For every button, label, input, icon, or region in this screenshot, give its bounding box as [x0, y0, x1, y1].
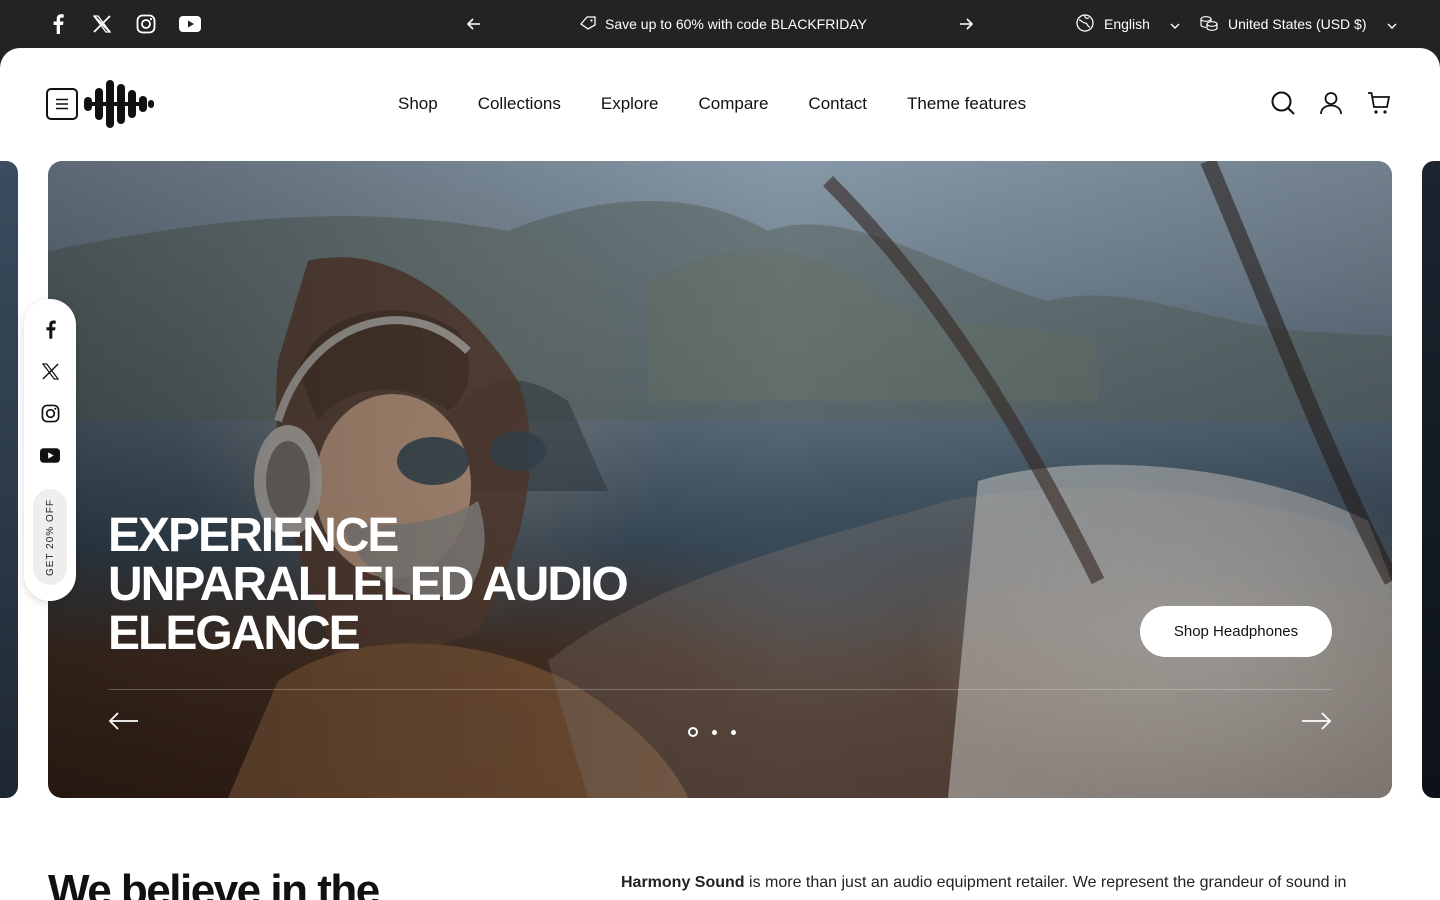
intro-paragraph: Harmony Sound is more than just an audio…	[621, 872, 1401, 894]
announcement-prev-arrow-icon[interactable]	[462, 12, 486, 36]
chevron-down-icon	[1170, 16, 1180, 32]
promo-tab[interactable]: GET 20% OFF	[33, 489, 67, 585]
main-content: Shop Collections Explore Compare Contact…	[0, 48, 1440, 900]
intro-heading: We believe in the	[48, 866, 380, 900]
globe-icon	[1076, 13, 1094, 35]
site-header: Shop Collections Explore Compare Contact…	[0, 48, 1440, 160]
next-slide-peek[interactable]	[1422, 161, 1440, 798]
nav-collections[interactable]: Collections	[478, 94, 561, 114]
announcement-bar: Save up to 60% with code BLACKFRIDAY Eng…	[0, 0, 1440, 48]
nav-explore[interactable]: Explore	[601, 94, 659, 114]
hero-slideshow: EXPERIENCE UNPARALLELED AUDIO ELEGANCE S…	[48, 161, 1392, 798]
tag-icon	[580, 15, 597, 33]
announcement-message[interactable]: Save up to 60% with code BLACKFRIDAY	[580, 0, 867, 48]
main-nav: Shop Collections Explore Compare Contact…	[398, 48, 1026, 160]
slide-dot[interactable]	[688, 727, 698, 737]
hero-heading: EXPERIENCE UNPARALLELED AUDIO ELEGANCE	[108, 511, 708, 658]
header-actions	[1270, 90, 1392, 116]
slide-dot[interactable]	[712, 729, 717, 735]
currency-label: United States (USD $)	[1228, 16, 1367, 32]
x-icon[interactable]	[38, 359, 62, 383]
instagram-icon[interactable]	[38, 401, 62, 425]
previous-slide-peek[interactable]	[0, 161, 18, 798]
hero-heading-line: UNPARALLELED AUDIO	[108, 558, 629, 611]
slide-next-arrow-icon[interactable]	[1300, 709, 1332, 733]
hero-overlay	[48, 161, 1392, 798]
cart-icon[interactable]	[1366, 90, 1392, 116]
chevron-down-icon	[1387, 16, 1397, 32]
nav-compare[interactable]: Compare	[699, 94, 769, 114]
brand-name: Harmony Sound	[621, 874, 745, 891]
youtube-icon[interactable]	[178, 12, 202, 36]
hamburger-icon	[56, 98, 68, 110]
announcement-text: Save up to 60% with code BLACKFRIDAY	[605, 16, 867, 32]
floating-social-bar: GET 20% OFF	[24, 299, 76, 601]
x-icon[interactable]	[90, 12, 114, 36]
youtube-icon[interactable]	[38, 443, 62, 467]
currency-selector[interactable]: United States (USD $)	[1200, 0, 1397, 48]
nav-shop[interactable]: Shop	[398, 94, 438, 114]
facebook-icon[interactable]	[38, 317, 62, 341]
slide-dot[interactable]	[731, 729, 736, 735]
slide-prev-arrow-icon[interactable]	[108, 709, 140, 733]
promo-tab-label: GET 20% OFF	[44, 498, 56, 576]
instagram-icon[interactable]	[134, 12, 158, 36]
account-icon[interactable]	[1318, 90, 1344, 116]
nav-theme-features[interactable]: Theme features	[907, 94, 1026, 114]
hero-divider	[108, 689, 1332, 690]
intro-text: is more than just an audio equipment ret…	[744, 874, 1347, 891]
search-icon[interactable]	[1270, 90, 1296, 116]
language-label: English	[1104, 16, 1150, 32]
topbar-socials	[46, 12, 202, 36]
menu-button[interactable]	[46, 88, 78, 120]
facebook-icon[interactable]	[46, 12, 70, 36]
slide-pagination	[688, 727, 736, 737]
hero-heading-line: ELEGANCE	[108, 607, 361, 660]
announcement-next-arrow-icon[interactable]	[954, 12, 978, 36]
coins-icon	[1200, 15, 1218, 34]
hero-heading-line: EXPERIENCE	[108, 509, 399, 562]
shop-headphones-button[interactable]: Shop Headphones	[1140, 606, 1332, 657]
language-selector[interactable]: English	[1076, 0, 1180, 48]
brand-logo[interactable]	[82, 78, 156, 130]
nav-contact[interactable]: Contact	[808, 94, 867, 114]
